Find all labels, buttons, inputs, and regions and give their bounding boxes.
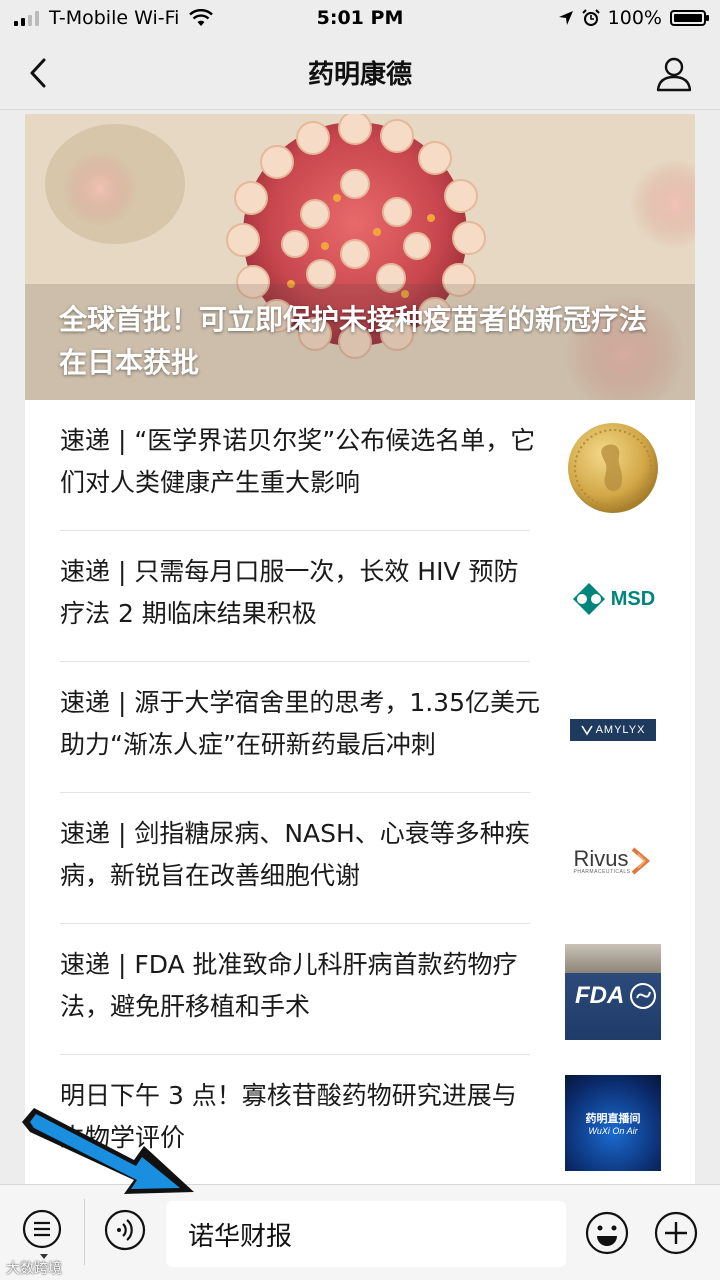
article-item[interactable]: 速递 | 剑指糖尿病、NASH、心衰等多种疾病，新锐旨在改善细胞代谢 Rivus… [25, 793, 695, 924]
article-title: 速递 | FDA 批准致命儿科肝病首款药物疗法，避免肝移植和手术 [60, 950, 518, 1021]
plus-circle-icon[interactable] [654, 1211, 698, 1255]
article-title: 速递 | 源于大学宿舍里的思考，1.35亿美元助力“渐冻人症”在研新药最后冲刺 [60, 688, 540, 759]
msd-logo-text: MSD [610, 587, 656, 610]
back-chevron-icon[interactable] [22, 56, 56, 90]
amylyx-logo: AMYLYX [570, 719, 656, 741]
smiley-icon[interactable] [585, 1211, 629, 1255]
article-title: 速递 | “医学界诺贝尔奖”公布候选名单，它们对人类健康产生重大影响 [60, 426, 536, 497]
article-thumbnail: FDA [565, 944, 661, 1040]
rivus-chevron-icon [632, 847, 651, 875]
article-thumbnail [565, 420, 661, 516]
menu-icon[interactable] [22, 1209, 62, 1249]
msd-logo-icon [572, 583, 605, 615]
status-bar: T-Mobile Wi-Fi 5:01 PM 100% [0, 0, 720, 36]
page-title: 药明康德 [307, 60, 412, 90]
clock: 5:01 PM [316, 7, 404, 29]
wuxi-live-subtitle: WuXi On Air [588, 1126, 638, 1136]
article-thumbnail: AMYLYX [565, 682, 661, 778]
hero-title: 全球首批！可立即保护未接种疫苗者的新冠疗法在日本获批 [59, 303, 648, 379]
divider [84, 1199, 85, 1265]
article-title: 速递 | 只需每月口服一次，长效 HIV 预防疗法 2 期临床结果积极 [60, 557, 519, 628]
amylyx-logo-text: AMYLYX [595, 724, 646, 736]
message-input[interactable]: 诺华财报 [166, 1201, 566, 1267]
amylyx-mark-icon [580, 725, 593, 736]
rivus-logo-subtext: PHARMACEUTICALS [573, 868, 631, 875]
rivus-logo: Rivus PHARMACEUTICALS [574, 846, 653, 876]
nav-bar: 药明康德 [0, 36, 720, 110]
hero-article[interactable]: 全球首批！可立即保护未接种疫苗者的新冠疗法在日本获批 [25, 114, 695, 400]
watermark: 大数跨境 [6, 1261, 62, 1277]
article-card: 全球首批！可立即保护未接种疫苗者的新冠疗法在日本获批 速递 | “医学界诺贝尔奖… [25, 114, 695, 1184]
article-title: 速递 | 剑指糖尿病、NASH、心衰等多种疾病，新锐旨在改善细胞代谢 [60, 819, 530, 890]
article-thumbnail: MSD [565, 551, 661, 647]
annotation-arrow-icon [22, 1108, 194, 1194]
article-thumbnail: 药明直播间 WuXi On Air [565, 1075, 661, 1171]
article-item[interactable]: 速递 | “医学界诺贝尔奖”公布候选名单，它们对人类健康产生重大影响 [25, 400, 695, 531]
battery-icon [670, 10, 709, 26]
article-item[interactable]: 速递 | 只需每月口服一次，长效 HIV 预防疗法 2 期临床结果积极 MSD [25, 531, 695, 662]
profile-icon[interactable] [654, 54, 694, 94]
voice-icon[interactable] [104, 1209, 146, 1251]
fda-logo-text: FDA [575, 982, 625, 1009]
article-item[interactable]: 速递 | FDA 批准致命儿科肝病首款药物疗法，避免肝移植和手术 FDA [25, 924, 695, 1055]
gold-medal-icon [568, 423, 658, 513]
article-item[interactable]: 速递 | 源于大学宿舍里的思考，1.35亿美元助力“渐冻人症”在研新药最后冲刺 … [25, 662, 695, 793]
hhs-seal-icon [630, 983, 656, 1009]
article-thumbnail: Rivus PHARMACEUTICALS [565, 813, 661, 909]
rivus-logo-text: Rivus [573, 845, 629, 871]
wuxi-live-title: 药明直播间 [585, 1112, 641, 1125]
